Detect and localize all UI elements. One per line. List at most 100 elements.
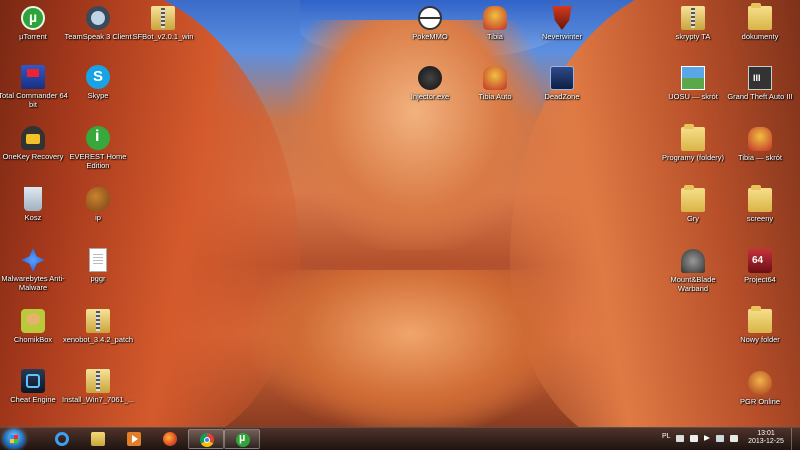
taskbar-internet-explorer[interactable] [44,429,80,449]
folder-icon [681,124,705,151]
taskbar-media-player[interactable] [116,429,152,449]
desktop-icon-label: Project64 [744,275,776,284]
desktop-icon-tibia-shortcut[interactable]: Tibia — skrót [724,127,796,162]
desktop-icon-label: EVEREST Home Edition [69,152,127,170]
desktop-icon-label: Cheat Engine [10,395,56,404]
flag-icon[interactable] [704,435,710,441]
firefox-icon [163,432,177,446]
taskbar-windows-explorer[interactable] [80,429,116,449]
skype-icon [86,65,110,89]
desktop-icon-skrypty-ta[interactable]: skrypty TA [657,6,729,41]
desktop-icon-malwarebytes[interactable]: Malwarebytes Anti-Malware [0,248,69,292]
desktop-icon-label: µTorrent [19,32,47,41]
desktop-icon-label: Skype [87,91,109,100]
desktop-icon-label: xenobot_3.4.2_patch [62,335,134,344]
desktop-icon-project64[interactable]: Project64 [724,249,796,284]
desktop-icon-pokemmo[interactable]: PokeMMO [394,6,466,41]
mount-blade-icon [681,249,705,273]
desktop-icon-sfbot[interactable]: SFBot_v2.0.1_win [127,6,199,41]
desktop-icon-nowy-folder[interactable]: Nowy folder [724,306,796,344]
desktop-icon-label: Tibia [487,32,503,41]
tibia-shortcut-icon [748,127,772,151]
utorrent-icon [21,6,45,30]
desktop-icon-label: Mount&Blade Warband [670,275,716,293]
utorrent-icon [236,432,250,447]
desktop-icon-neverwinter[interactable]: Neverwinter [526,6,598,41]
recycle-bin-icon [24,187,42,211]
desktop-icon-label: ip [95,213,101,222]
zip-folder-icon [151,6,175,30]
windows-start-icon[interactable] [3,429,25,449]
desktop-icon-tibia-auto[interactable]: Tibia Auto [459,66,531,101]
show-desktop-button[interactable] [791,428,800,450]
desktop-icon-label: OneKey Recovery [2,152,64,161]
folder-icon [91,432,105,446]
desktop-icon-injector[interactable]: Injector.exe [394,66,466,101]
desktop-icon-recycle-bin[interactable]: Kosz [0,187,69,222]
desktop-icon-deadzone[interactable]: DeadZone [526,66,598,101]
desktop-icon-chomikbox[interactable]: ChomikBox [0,309,69,344]
desktop-icon-screeny[interactable]: screeny [724,185,796,223]
desktop-icon-everest[interactable]: EVEREST Home Edition [62,126,134,170]
clock-date: 2013-12-25 [748,438,784,445]
tibia-icon [483,6,507,30]
desktop-icon-gta3[interactable]: Grand Theft Auto III [724,66,796,101]
desktop-icon-label: Tibia — skrót [738,153,782,162]
desktop-icon-label: Grand Theft Auto III [727,92,793,101]
language-indicator[interactable]: PL [662,433,671,440]
desktop-icon-ip[interactable]: ip [62,187,134,222]
desktop-icon-label: Injector.exe [410,92,450,101]
desktop-icon-cheat-engine[interactable]: Cheat Engine [0,369,69,404]
desktop-icon-xenobot[interactable]: xenobot_3.4.2_patch [62,309,134,344]
desktop-icon-programy[interactable]: Programy (foldery) [657,124,729,162]
zip-folder-icon [86,309,110,333]
desktop-icon-tibia[interactable]: Tibia [459,6,531,41]
desktop-icon-skype[interactable]: Skype [62,65,134,100]
teamspeak-icon [86,6,110,30]
desktop-icon-dokumenty[interactable]: dokumenty [724,3,796,41]
battery-icon[interactable] [690,435,698,442]
desktop-icon-label: skrypty TA [675,32,711,41]
tibia-auto-icon [483,66,507,90]
taskbar-firefox[interactable] [152,429,188,449]
desktop-icon-onekey-recovery[interactable]: OneKey Recovery [0,126,69,161]
desktop-icon-utorrent[interactable]: µTorrent [0,6,69,41]
desktop-icon-label: screeny [746,214,774,223]
desktop-icon-label: dokumenty [741,32,779,41]
total-commander-icon [21,65,45,89]
folder-icon [681,185,705,212]
taskbar-utorrent[interactable] [224,429,260,449]
desktop-icon-total-commander[interactable]: Total Commander 64 bit [0,65,69,109]
everest-icon [86,126,110,150]
pokemmo-icon [418,6,442,30]
clock[interactable]: 13:01 2013-12-25 [746,430,786,446]
desktop: µTorrent Total Commander 64 bit OneKey R… [0,0,800,427]
network-icon[interactable] [716,435,724,442]
desktop-icon-label: ChomikBox [13,335,53,344]
folder-icon [748,185,772,212]
zip-folder-icon [86,369,110,393]
desktop-icon-label: DeadZone [544,92,580,101]
taskbar-chrome[interactable] [188,429,224,449]
desktop-icon-install-win7[interactable]: Install_Win7_7061_... [62,369,134,404]
desktop-icon-label: Neverwinter [541,32,582,41]
desktop-icon-label: pggr [90,274,106,283]
desktop-icon-label: Total Commander 64 bit [0,91,68,109]
desktop-icon-gry[interactable]: Gry [657,185,729,223]
zip-folder-icon [681,6,705,30]
chomikbox-icon [21,309,45,333]
internet-explorer-icon [55,432,69,446]
keyboard-icon[interactable] [676,435,684,442]
desktop-icon-uosu[interactable]: UOSU — skrót [657,66,729,101]
desktop-icon-teamspeak[interactable]: TeamSpeak 3 Client [62,6,134,41]
desktop-icon-pgr-online[interactable]: PGR Online [724,371,796,406]
uosu-shortcut-icon [681,66,705,90]
clock-time: 13:01 [757,430,775,437]
neverwinter-icon [552,6,572,30]
folder-icon [748,306,772,333]
gta3-icon [748,66,772,90]
wallpaper-mesa [290,20,540,250]
volume-icon[interactable] [730,435,738,442]
desktop-icon-mount-blade[interactable]: Mount&Blade Warband [657,249,729,293]
desktop-icon-pggr[interactable]: pggr [62,248,134,283]
